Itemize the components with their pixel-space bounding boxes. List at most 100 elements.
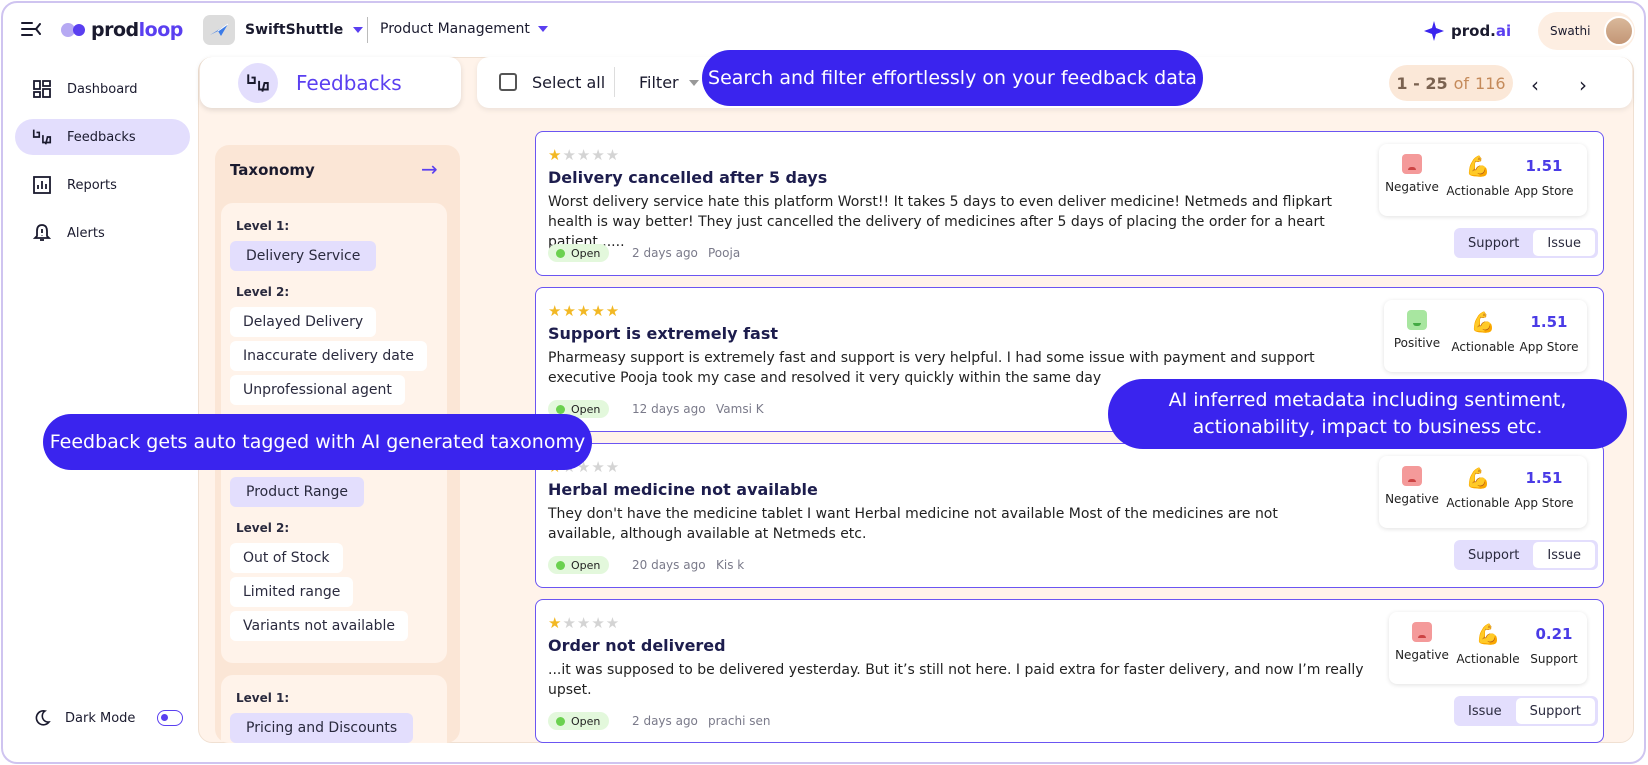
select-all-checkbox[interactable] [499, 73, 517, 91]
flexed-biceps-icon: 💪 [1470, 310, 1496, 334]
chevron-down-icon [537, 26, 548, 32]
feedback-author: Kis k [716, 558, 745, 572]
feedback-card[interactable]: ★★★★★ Herbal medicine not available They… [535, 443, 1604, 588]
project-selector[interactable]: SwiftShuttle [203, 15, 364, 45]
feedback-author: Vamsi K [716, 402, 764, 416]
menu-collapse-icon[interactable] [21, 21, 41, 37]
feedback-time: 12 days ago [632, 402, 706, 416]
filter-dropdown[interactable]: Filter [639, 73, 699, 92]
feedback-card[interactable]: ★★★★★ Order not delivered ...it was supp… [535, 599, 1604, 743]
select-all-label[interactable]: Select all [532, 73, 605, 92]
prodloop-logo[interactable]: prodloop [61, 19, 183, 41]
taxonomy-tag-level1[interactable]: Delivery Service [230, 241, 377, 271]
category-chip[interactable]: Issue [1533, 542, 1596, 568]
status-badge[interactable]: Open [548, 556, 610, 574]
taxonomy-tag-level2[interactable]: Limited range [230, 577, 354, 607]
category-chip[interactable]: Support [1454, 542, 1533, 568]
sidebar-item-reports[interactable]: Reports [15, 167, 190, 203]
status-dot-icon [556, 404, 565, 414]
module-selector[interactable]: Product Management [380, 21, 548, 37]
taxonomy-tag-level1[interactable]: Product Range [230, 477, 364, 507]
sparkle-icon [1424, 21, 1444, 41]
level-label: Level 2: [236, 521, 290, 535]
rating-stars-icon: ★★★★★ [548, 614, 621, 632]
reports-icon [31, 174, 53, 196]
dark-mode-label: Dark Mode [65, 710, 136, 726]
feedback-body: Worst delivery service hate this platfor… [548, 194, 1332, 250]
category-chips: Issue Support [1454, 696, 1599, 726]
prod-ai-button[interactable]: prod.ai [1423, 20, 1511, 42]
flexed-biceps-icon: 💪 [1465, 154, 1491, 178]
negative-face-icon [1412, 622, 1432, 642]
category-chip[interactable]: Support [1454, 230, 1533, 256]
feedback-time: 20 days ago [632, 558, 706, 572]
taxonomy-tag-level2[interactable]: Unprofessional agent [230, 375, 405, 405]
feedback-title: Order not delivered [548, 636, 726, 655]
alert-bell-icon [31, 222, 53, 244]
sentiment-metric: Positive [1384, 310, 1450, 350]
taxonomy-tag-level1[interactable]: Pricing and Discounts [230, 713, 414, 743]
ai-metadata-box: Negative 💪 Actionable 1.51 App Store [1379, 456, 1587, 528]
sentiment-metric: Negative [1379, 466, 1445, 506]
callout-search: Search and filter effortlessly on your f… [702, 50, 1203, 106]
app-window: prodloop SwiftShuttle Product Management… [1, 1, 1646, 764]
category-chip[interactable]: Issue [1454, 698, 1516, 724]
sidebar-item-feedbacks[interactable]: Feedbacks [15, 119, 190, 155]
arrow-right-icon[interactable]: → [421, 157, 438, 181]
sidebar-item-label: Reports [67, 177, 117, 193]
user-menu[interactable]: Swathi [1538, 12, 1635, 50]
actionability-metric: 💪 Actionable [1446, 154, 1510, 198]
feedback-author: Pooja [708, 246, 741, 260]
page-of: of [1453, 73, 1470, 93]
category-chips: Support Issue [1454, 540, 1599, 570]
feedback-title: Support is extremely fast [548, 324, 778, 343]
taxonomy-tag-level2[interactable]: Variants not available [230, 611, 408, 641]
sidebar-item-label: Feedbacks [67, 129, 136, 145]
taxonomy-tag-level2[interactable]: Delayed Delivery [230, 307, 377, 337]
chevron-down-icon [688, 79, 699, 86]
status-dot-icon [556, 560, 565, 570]
chevron-left-icon[interactable]: ‹ [1531, 73, 1539, 97]
feedback-icon [31, 126, 53, 148]
sidebar-item-label: Dashboard [67, 81, 138, 97]
negative-face-icon [1402, 154, 1422, 174]
level-label: Level 1: [236, 219, 290, 233]
flexed-biceps-icon: 💪 [1465, 466, 1491, 490]
logo-mark-icon [61, 23, 85, 37]
rating-stars-icon: ★★★★★ [548, 302, 621, 320]
page-range: 1 - 25 [1396, 73, 1448, 93]
status-badge[interactable]: Open [548, 712, 610, 730]
avatar [1604, 16, 1635, 46]
page-total: 116 [1475, 73, 1506, 93]
chevron-right-icon[interactable]: › [1579, 73, 1587, 97]
sidebar: Dashboard Feedbacks Reports Alerts [3, 63, 193, 762]
divider [367, 17, 368, 43]
callout-taxonomy: Feedback gets auto tagged with AI genera… [43, 414, 592, 470]
feedback-time: 2 days ago [632, 714, 698, 728]
level-label: Level 2: [236, 285, 290, 299]
status-badge[interactable]: Open [548, 244, 610, 262]
taxonomy-tag-level2[interactable]: Inaccurate delivery date [230, 341, 427, 371]
moon-icon [35, 710, 51, 726]
taxonomy-tag-level2[interactable]: Out of Stock [230, 543, 343, 573]
dark-mode-toggle[interactable] [157, 710, 184, 726]
ai-metadata-box: Positive 💪 Actionable 1.51 App Store [1384, 300, 1587, 372]
chevron-down-icon [353, 27, 364, 33]
filter-label: Filter [639, 73, 679, 92]
feedback-title: Delivery cancelled after 5 days [548, 168, 828, 187]
category-chip[interactable]: Support [1515, 698, 1596, 724]
category-chips: Support Issue [1454, 228, 1599, 258]
sidebar-item-alerts[interactable]: Alerts [15, 215, 190, 251]
actionability-metric: 💪 Actionable [1446, 466, 1510, 510]
sidebar-item-dashboard[interactable]: Dashboard [15, 71, 190, 107]
project-name: SwiftShuttle [245, 22, 344, 38]
feedback-title: Herbal medicine not available [548, 480, 818, 499]
top-bar: prodloop SwiftShuttle Product Management… [3, 3, 1644, 57]
impact-metric: 1.51 App Store [1514, 157, 1574, 198]
impact-metric: 0.21 Support [1530, 625, 1578, 666]
sentiment-metric: Negative [1379, 154, 1445, 194]
status-dot-icon [556, 716, 565, 726]
feedback-card[interactable]: ★★★★★ Delivery cancelled after 5 days Wo… [535, 131, 1604, 276]
category-chip[interactable]: Issue [1533, 230, 1596, 256]
page-title: Feedbacks [296, 70, 402, 95]
